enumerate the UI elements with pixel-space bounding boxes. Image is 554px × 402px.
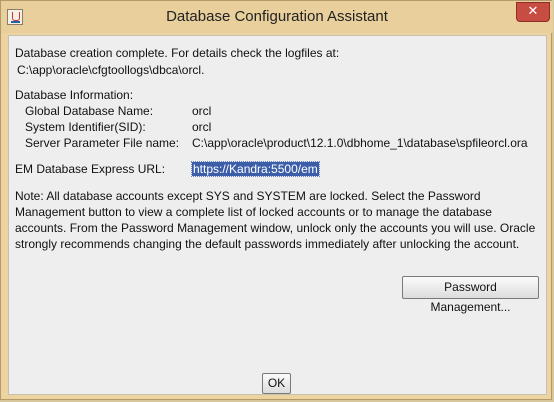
close-icon: ✕ <box>527 4 539 19</box>
log-path: C:\app\oracle\cfgtoollogs\dbca\orcl. <box>17 63 205 77</box>
em-url-label: EM Database Express URL: <box>15 162 166 176</box>
content-panel: Database creation complete. For details … <box>8 35 547 395</box>
sid-label: System Identifier(SID): <box>25 120 146 134</box>
em-url-field[interactable]: https://Kandra:5500/em <box>191 161 320 177</box>
ok-button[interactable]: OK <box>262 373 291 394</box>
spfile-label: Server Parameter File name: <box>25 136 180 150</box>
close-button[interactable]: ✕ <box>516 2 550 22</box>
db-info-heading: Database Information: <box>15 88 134 102</box>
dialog-window: Database Configuration Assistant ✕ Datab… <box>0 0 553 400</box>
global-db-name-label: Global Database Name: <box>25 104 154 118</box>
global-db-name-value: orcl <box>192 104 212 118</box>
window-title: Database Configuration Assistant <box>166 8 388 25</box>
note-text: Note: All database accounts except SYS a… <box>15 189 536 251</box>
sid-value: orcl <box>192 120 212 134</box>
title-bar[interactable]: Database Configuration Assistant ✕ <box>1 1 553 33</box>
password-management-button[interactable]: Password Management... <box>402 276 539 314</box>
spfile-value: C:\app\oracle\product\12.1.0\dbhome_1\da… <box>192 136 528 150</box>
completion-message: Database creation complete. For details … <box>15 46 340 60</box>
